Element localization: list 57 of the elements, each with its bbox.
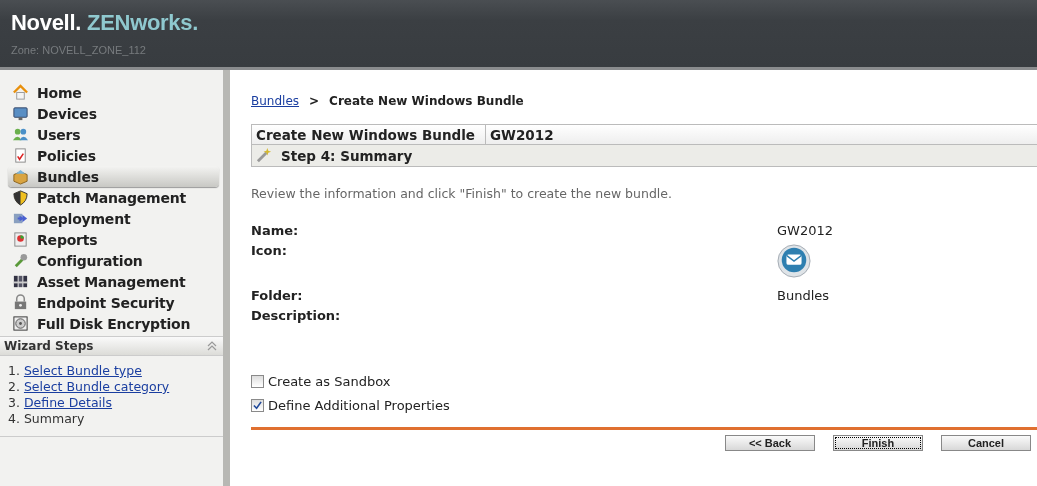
nav-item[interactable]: Home	[8, 82, 219, 103]
product-name: ZENworks.	[87, 10, 199, 36]
field-value: Bundles	[777, 288, 830, 303]
nav-item[interactable]: Devices	[8, 103, 219, 124]
brand-name: Novell.	[11, 10, 82, 36]
wizard-button[interactable]: Finish	[833, 435, 923, 451]
nav-item[interactable]: Configuration	[8, 250, 219, 271]
step-title: Step 4: Summary	[281, 147, 413, 164]
nav-item[interactable]: Deployment	[8, 208, 219, 229]
people-icon	[12, 126, 29, 143]
field-label: Icon:	[251, 242, 288, 260]
lock-icon	[12, 294, 29, 311]
step-number: 3.	[8, 395, 20, 411]
document-icon	[12, 147, 29, 164]
bundle-name: GW2012	[489, 125, 555, 144]
step-number: 2.	[8, 379, 20, 395]
current-step: Summary	[23, 411, 85, 427]
step-link[interactable]: Select Bundle type	[23, 363, 142, 379]
nav-item[interactable]: Asset Management	[8, 271, 219, 292]
nav-item[interactable]: Users	[8, 124, 219, 145]
checkbox-label[interactable]: Define Additional Properties	[268, 398, 450, 413]
field-value: GW2012	[777, 223, 833, 238]
step-number: 1.	[8, 363, 20, 379]
house-icon	[12, 84, 29, 101]
instruction-text: Review the information and click "Finish" to create the new bundle.	[251, 186, 673, 201]
breadcrumb-current: Create New Windows Bundle	[329, 94, 524, 108]
nav-item[interactable]: Bundles	[8, 166, 219, 187]
nav-item[interactable]: Reports	[8, 229, 219, 250]
checkbox-label[interactable]: Create as Sandbox	[268, 374, 391, 389]
checkbox[interactable]	[251, 375, 264, 388]
nav-item[interactable]: Policies	[8, 145, 219, 166]
step-link[interactable]: Define Details	[23, 395, 113, 411]
box-icon	[12, 168, 29, 185]
collapse-icon[interactable]	[207, 341, 217, 351]
zone-label: Zone: NOVELL_ZONE_112	[11, 44, 147, 56]
panel-title: Wizard Steps	[4, 339, 94, 353]
wizard-button[interactable]: << Back	[725, 435, 815, 451]
wand-icon	[256, 147, 273, 164]
monitor-icon	[12, 105, 29, 122]
step-number: 4.	[8, 411, 20, 427]
nav-item[interactable]: Full Disk Encryption	[8, 313, 219, 334]
field-label: Name:	[251, 222, 300, 239]
wizard-title: Create New Windows Bundle	[252, 125, 486, 144]
shield-icon	[12, 189, 29, 206]
nav-item[interactable]: Endpoint Security	[8, 292, 219, 313]
disk-icon	[12, 315, 29, 332]
wizard-button[interactable]: Cancel	[941, 435, 1031, 451]
field-label: Folder:	[251, 287, 304, 304]
checkbox[interactable]	[251, 399, 264, 412]
chart-icon	[12, 231, 29, 248]
nav-item[interactable]: Patch Management	[8, 187, 219, 208]
field-label: Description:	[251, 307, 342, 324]
envelope-icon	[777, 244, 811, 278]
step-link[interactable]: Select Bundle category	[23, 379, 170, 395]
grid-icon	[12, 273, 29, 290]
breadcrumb-separator: >	[309, 94, 320, 108]
breadcrumb-link[interactable]: Bundles	[251, 94, 300, 108]
